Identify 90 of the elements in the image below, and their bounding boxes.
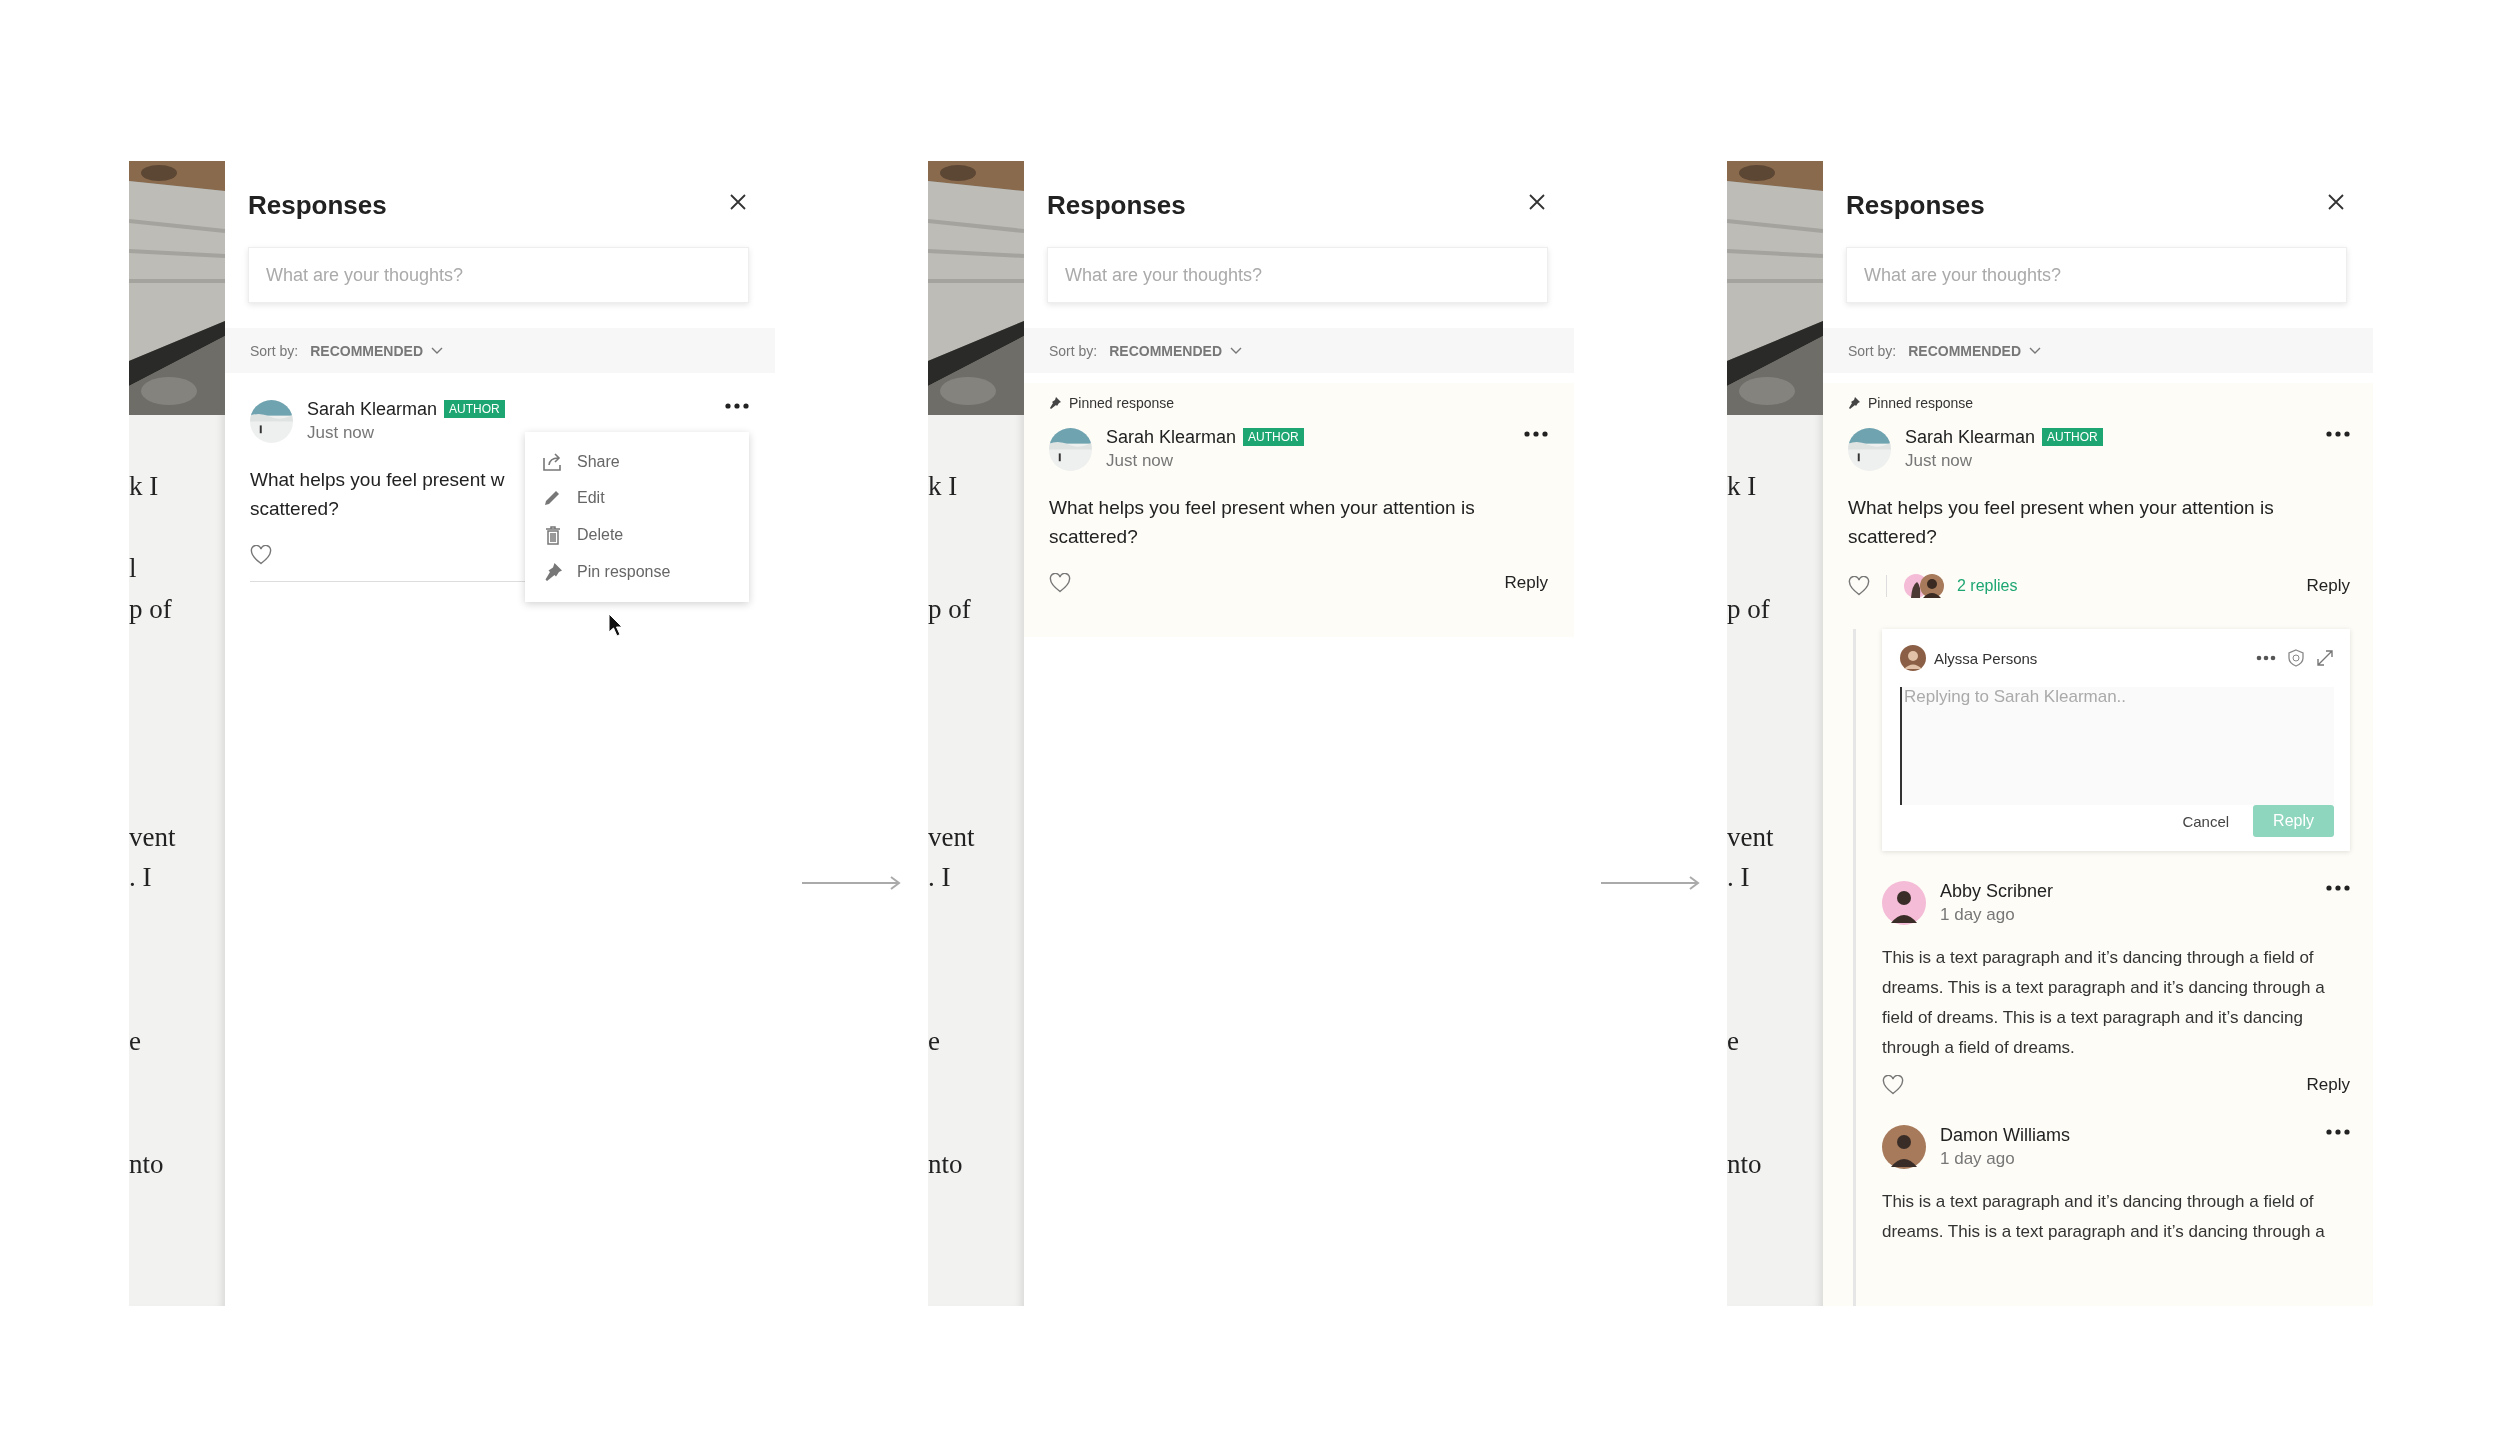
user-name: Alyssa Persons [1934,649,2038,667]
response-field[interactable]: What are your thoughts? [1047,247,1548,303]
article-text: . I [129,861,153,894]
article-text: . I [1727,861,1751,894]
panel-title: Responses [248,189,387,221]
heart-icon[interactable] [1848,576,1870,596]
avatar-icon [1900,645,1926,671]
more-icon[interactable] [725,403,749,409]
article-text: k I [1727,470,1758,503]
replies-link[interactable]: 2 replies [1957,577,2018,595]
cancel-button[interactable]: Cancel [2176,811,2236,831]
sort-dropdown[interactable]: RECOMMENDED [1908,342,2042,359]
reply-button[interactable]: Reply [2306,1075,2350,1095]
menu-item[interactable]: Edit [525,480,749,516]
article-text: e [1727,1025,1740,1058]
pinned-label: Pinned response [1868,395,1974,411]
more-icon[interactable] [2326,1129,2350,1135]
avatar-icon [1903,573,1945,599]
sort-label: Sort by: [1848,342,1897,359]
pin-icon [1049,397,1061,409]
pinned-label: Pinned response [1069,395,1175,411]
close-icon[interactable] [1528,193,1546,211]
arrow-icon [801,875,902,891]
cursor-icon [608,613,624,637]
sort-label: Sort by: [1049,342,1098,359]
reply-button[interactable]: Reply [1504,573,1548,593]
response-field[interactable]: What are your thoughts? [1846,247,2347,303]
author-name: Sarah Klearman [307,398,438,421]
response-text: What helps you feel present when your attention is scattered? [1049,496,1476,549]
trash-icon [543,525,563,545]
heart-icon[interactable] [250,545,272,565]
author-badge: AUTHOR [1243,428,1304,446]
article-text: vent [129,821,177,854]
article-text: nto [928,1148,964,1181]
reply-text: This is a text paragraph and it’s dancing through a field of dreams. This is a text paragraph and it’s dancing through a field of dreams. This is a text paragraph and it’s dancing through a field of dreams. [1882,947,2326,1059]
author-name: Abby Scribner [1940,880,2055,903]
heart-icon[interactable] [1882,1075,1904,1095]
article-text: nto [1727,1148,1763,1181]
expand-icon[interactable] [2316,649,2334,667]
chevron-down-icon [2029,346,2042,355]
article-text: k I [129,470,160,503]
more-icon[interactable] [1524,431,1548,437]
close-icon[interactable] [2327,193,2345,211]
article-text: nto [129,1148,165,1181]
article-text: p of [928,593,972,626]
author-name: Sarah Klearman [1106,426,1237,449]
sort-dropdown[interactable]: RECOMMENDED [310,342,444,359]
timestamp: Just now [1106,450,1175,472]
chevron-down-icon [431,346,444,355]
pin-icon [543,563,563,581]
more-icon[interactable] [2256,655,2276,661]
article-text: k I [928,470,959,503]
article-text: e [928,1025,941,1058]
shield-icon[interactable] [2288,649,2304,667]
response-text: What helps you feel present w scattered? [250,468,505,521]
reply-field[interactable]: Replying to Sarah Klearman.. [1900,687,2334,805]
close-icon[interactable] [729,193,747,211]
timestamp: Just now [307,422,376,444]
arrow-icon [1600,875,1701,891]
sort-label: Sort by: [250,342,299,359]
panel-title: Responses [1047,189,1186,221]
menu-item[interactable]: Share [525,444,749,480]
response-text: What helps you feel present when your attention is scattered? [1848,496,2275,549]
author-name: Damon Williams [1940,1124,2072,1147]
reply-button[interactable]: Reply [2306,576,2350,596]
timestamp: 1 day ago [1940,904,2016,926]
heart-icon[interactable] [1049,573,1071,593]
timestamp: 1 day ago [1940,1148,2016,1170]
article-text: vent [928,821,976,854]
panel-title: Responses [1846,189,1985,221]
response-field[interactable]: What are your thoughts? [248,247,749,303]
more-icon[interactable] [2326,431,2350,437]
pin-icon [1848,397,1860,409]
article-text: e [129,1025,142,1058]
author-badge: AUTHOR [2042,428,2103,446]
author-badge: AUTHOR [444,400,505,418]
share-icon [543,453,563,471]
more-icon[interactable] [2326,885,2350,891]
sort-dropdown[interactable]: RECOMMENDED [1109,342,1243,359]
timestamp: Just now [1905,450,1974,472]
article-text: . I [928,861,952,894]
author-name: Sarah Klearman [1905,426,2036,449]
reply-text: This is a text paragraph and it’s dancing through a field of dreams. This is a text paragraph and it’s dancing through a [1882,1191,2326,1243]
menu-item[interactable]: Delete [525,516,749,554]
article-text: l [129,552,138,585]
menu-item[interactable]: Pin response [525,554,749,590]
article-text: p of [1727,593,1771,626]
chevron-down-icon [1230,346,1243,355]
article-text: p of [129,593,173,626]
article-text: vent [1727,821,1775,854]
